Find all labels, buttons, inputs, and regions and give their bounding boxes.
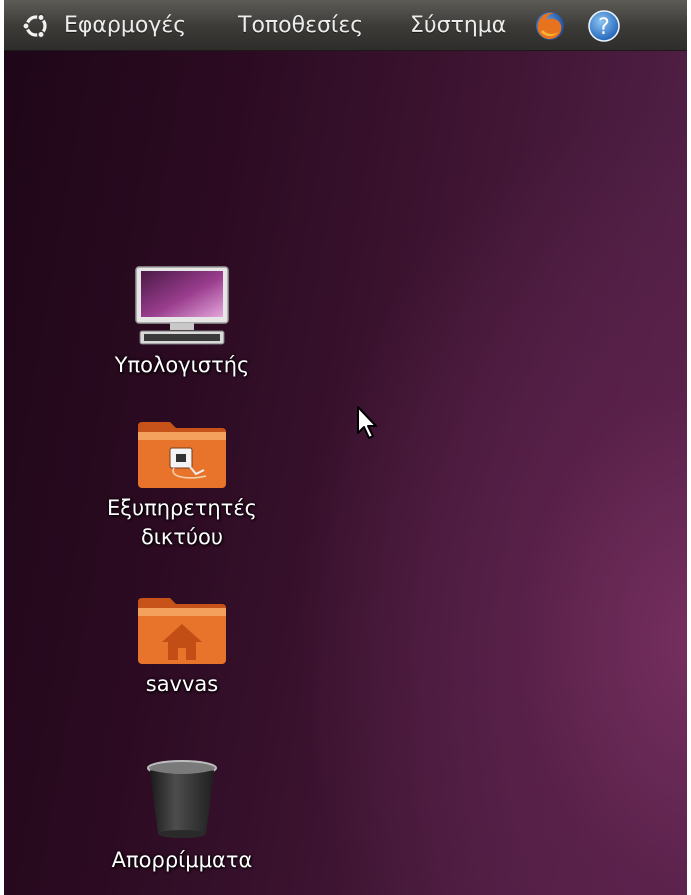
computer-label: Υπολογιστής [114,353,250,377]
help-icon[interactable]: ? [586,8,622,44]
trash-desktop-icon[interactable]: Απορρίμματα [92,758,272,875]
home-folder-desktop-icon[interactable]: savvas [92,594,272,699]
network-servers-label-line2: δικτύου [140,525,224,549]
places-menu[interactable]: Τοποθεσίες [238,13,363,39]
desktop-screen: Εφαρμογές Τοποθεσίες Σύστημα ? Υπολογιστ… [4,0,687,895]
ubuntu-logo-icon[interactable] [20,10,52,42]
home-folder-icon [138,598,226,664]
top-panel: Εφαρμογές Τοποθεσίες Σύστημα ? [4,0,687,51]
network-folder-icon [138,422,226,488]
computer-desktop-icon[interactable]: Υπολογιστής [92,265,272,380]
computer-icon [135,266,229,345]
network-servers-desktop-icon[interactable]: Εξυπηρετητές δικτύου [92,418,272,552]
firefox-icon[interactable] [532,8,568,44]
mouse-pointer-icon [357,406,377,439]
home-folder-label: savvas [145,672,219,696]
trash-icon [147,760,217,838]
system-menu[interactable]: Σύστημα [410,13,506,39]
network-servers-label: Εξυπηρετητές δικτύου [92,494,272,552]
trash-label: Απορρίμματα [111,848,253,872]
applications-menu[interactable]: Εφαρμογές [64,13,186,39]
svg-text:?: ? [598,15,610,40]
network-servers-label-line1: Εξυπηρετητές [106,496,258,520]
